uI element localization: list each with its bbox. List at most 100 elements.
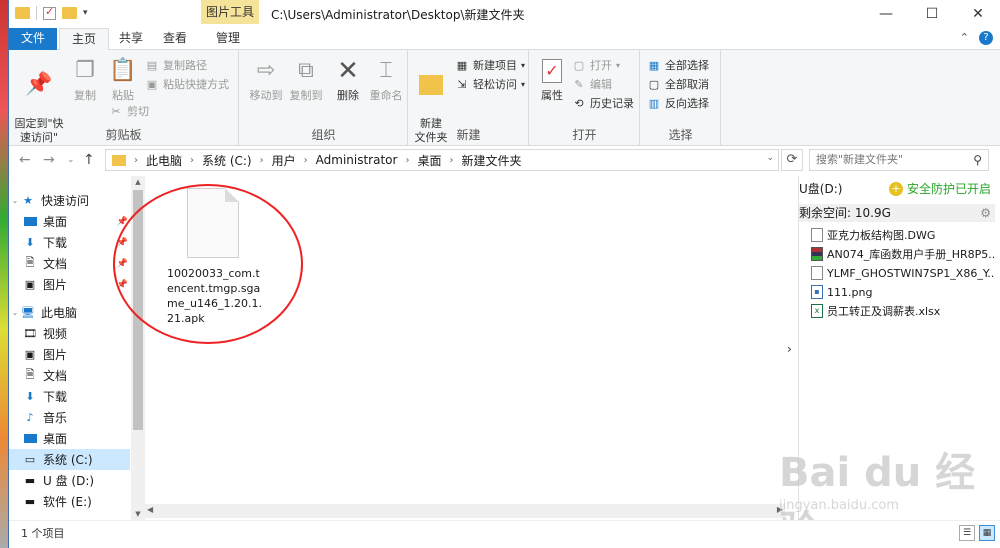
window-controls: — ☐ ✕ bbox=[863, 0, 1000, 28]
tab-home[interactable]: 主页 bbox=[59, 28, 109, 51]
chevron-down-icon[interactable]: ⌄ bbox=[9, 196, 21, 205]
tab-share[interactable]: 共享 bbox=[111, 28, 151, 50]
nav-label: 桌面 bbox=[43, 215, 68, 229]
large-icons-view-icon[interactable]: ▦ bbox=[979, 525, 995, 541]
nav-quick-access[interactable]: ⌄ ★ 快速访问 bbox=[9, 190, 130, 211]
nav-pc-videos[interactable]: 🎞 视频 bbox=[9, 323, 130, 344]
nav-this-pc[interactable]: ⌄ 🖥 此电脑 bbox=[9, 302, 130, 323]
nav-quick-pictures[interactable]: ▣ 图片 📌 bbox=[9, 274, 130, 295]
edit-button[interactable]: ✎ 编辑 bbox=[572, 75, 612, 93]
breadcrumb-system-c[interactable]: 系统 (C:) bbox=[202, 152, 252, 169]
nav-pc-desktop[interactable]: 桌面 bbox=[9, 428, 130, 449]
address-bar[interactable]: › 此电脑 › 系统 (C:) › 用户 › Administrator › 桌… bbox=[105, 149, 779, 171]
edit-label: 编辑 bbox=[590, 78, 612, 91]
nav-pc-system-c[interactable]: ▭ 系统 (C:) bbox=[9, 449, 130, 470]
details-view-icon[interactable]: ☰ bbox=[959, 525, 975, 541]
chevron-down-icon[interactable]: ⌄ bbox=[9, 308, 21, 317]
recent-locations-chevron-icon[interactable]: ⌄ bbox=[67, 155, 75, 165]
new-item-button[interactable]: ▦ 新建项目 ▾ bbox=[455, 56, 525, 74]
new-folder-icon[interactable] bbox=[62, 7, 77, 19]
tab-view[interactable]: 查看 bbox=[155, 28, 195, 50]
refresh-button[interactable]: ⟳ bbox=[781, 149, 803, 171]
context-tab-picture-tools[interactable]: 图片工具 bbox=[201, 0, 259, 24]
close-button[interactable]: ✕ bbox=[955, 0, 1000, 28]
computer-icon: 🖥 bbox=[21, 306, 35, 319]
scroll-left-icon[interactable]: ◀ bbox=[147, 505, 153, 514]
copy-path-icon: ▤ bbox=[146, 58, 158, 72]
rename-icon: ⌶ bbox=[379, 58, 393, 83]
nav-pc-usb-d[interactable]: ▬ U 盘 (D:) bbox=[9, 470, 130, 491]
customize-toolbar-dropdown-icon[interactable]: ▾ bbox=[83, 8, 88, 18]
folder-icon[interactable] bbox=[15, 7, 30, 19]
nav-quick-desktop[interactable]: 桌面 📌 bbox=[9, 211, 130, 232]
up-arrow-icon[interactable]: ↑ bbox=[83, 152, 95, 168]
chevron-right-icon[interactable]: › bbox=[304, 155, 308, 166]
minimize-button[interactable]: — bbox=[863, 0, 909, 28]
ribbon-collapse-icon[interactable]: ⌃ bbox=[960, 31, 969, 45]
drive-icon: ▬ bbox=[24, 495, 36, 508]
help-icon[interactable]: ? bbox=[979, 31, 993, 45]
breadcrumb-this-pc[interactable]: 此电脑 bbox=[146, 152, 182, 169]
nav-quick-downloads[interactable]: ⬇ 下载 📌 bbox=[9, 232, 130, 253]
select-all-button[interactable]: ▦ 全部选择 bbox=[647, 56, 709, 74]
list-item[interactable]: 亚克力板结构图.DWG bbox=[811, 226, 995, 244]
properties-check-icon[interactable] bbox=[43, 5, 56, 20]
nav-pc-pictures[interactable]: ▣ 图片 bbox=[9, 344, 130, 365]
safe-protection-status[interactable]: + 安全防护已开启 bbox=[889, 180, 991, 197]
paste-shortcut-button[interactable]: ▣ 粘贴快捷方式 bbox=[145, 75, 229, 93]
quick-access-toolbar: ▾ bbox=[15, 5, 88, 20]
invert-selection-button[interactable]: ▥ 反向选择 bbox=[647, 94, 709, 112]
scroll-down-icon[interactable]: ▼ bbox=[131, 510, 145, 518]
chevron-right-icon[interactable]: › bbox=[190, 155, 194, 166]
chevron-right-icon[interactable]: › bbox=[134, 155, 138, 166]
list-item[interactable]: ▪ 111.png bbox=[811, 283, 995, 301]
breadcrumb-desktop[interactable]: 桌面 bbox=[417, 152, 441, 169]
move-to-button[interactable]: ⇨ 移动到 bbox=[246, 56, 286, 103]
breadcrumb-new-folder[interactable]: 新建文件夹 bbox=[461, 152, 521, 169]
copy-button[interactable]: ❐ 复制 bbox=[67, 56, 103, 103]
history-button[interactable]: ⟲ 历史记录 bbox=[572, 94, 634, 112]
chevron-right-icon[interactable]: › bbox=[260, 155, 264, 166]
back-arrow-icon[interactable]: ← bbox=[19, 152, 31, 168]
properties-button[interactable]: ✓ 属性 bbox=[534, 56, 570, 103]
nav-label: 软件 (E:) bbox=[43, 495, 92, 509]
group-clipboard: 📌 固定到"快 速访问" ❐ 复制 📋 粘贴 ▤ 复制路径 ▣ 粘贴快捷方式 ✂ bbox=[9, 50, 239, 146]
copy-path-button[interactable]: ▤ 复制路径 bbox=[145, 56, 207, 74]
paste-button[interactable]: 📋 粘贴 bbox=[105, 56, 141, 103]
file-explorer-window: ▾ 图片工具 C:\Users\Administrator\Desktop\新建… bbox=[8, 0, 1000, 548]
paste-label: 粘贴 bbox=[112, 89, 134, 102]
chevron-right-icon[interactable]: › bbox=[405, 155, 409, 166]
edit-icon: ✎ bbox=[574, 77, 584, 91]
nav-pc-music[interactable]: ♪ 音乐 bbox=[9, 407, 130, 428]
tab-file[interactable]: 文件 bbox=[9, 28, 57, 50]
cut-button[interactable]: ✂ 剪切 bbox=[109, 102, 149, 120]
file-list-area[interactable]: 10020033_com.tencent.tmgp.sgame_u146_1.2… bbox=[113, 176, 785, 520]
list-item[interactable]: YLMF_GHOSTWIN7SP1_X86_Y... bbox=[811, 264, 995, 282]
select-none-button[interactable]: ▢ 全部取消 bbox=[647, 75, 709, 93]
open-button[interactable]: ▢ 打开 ▾ bbox=[572, 56, 620, 74]
nav-pc-software-e[interactable]: ▬ 软件 (E:) bbox=[9, 491, 130, 512]
tab-manage[interactable]: 管理 bbox=[205, 28, 251, 50]
forward-arrow-icon[interactable]: → bbox=[43, 152, 55, 168]
breadcrumb-administrator[interactable]: Administrator bbox=[316, 153, 398, 167]
pictures-icon: ▣ bbox=[24, 348, 36, 361]
list-item[interactable]: AN074_库函数用户手册_HR8P5... bbox=[811, 245, 995, 263]
select-all-label: 全部选择 bbox=[665, 59, 709, 72]
nav-quick-documents[interactable]: 🗎 文档 📌 bbox=[9, 253, 130, 274]
list-item[interactable]: x 员工转正及调薪表.xlsx bbox=[811, 302, 995, 320]
gear-icon[interactable]: ⚙ bbox=[980, 204, 991, 222]
chevron-right-icon[interactable]: › bbox=[787, 342, 792, 356]
scroll-up-icon[interactable]: ▲ bbox=[131, 178, 145, 186]
chevron-right-icon[interactable]: › bbox=[449, 155, 453, 166]
delete-button[interactable]: ✕ 删除 bbox=[330, 56, 366, 103]
address-dropdown-icon[interactable]: ⌄ bbox=[766, 153, 774, 163]
rename-button[interactable]: ⌶ 重命名 bbox=[366, 56, 406, 103]
easy-access-button[interactable]: ⇲ 轻松访问 ▾ bbox=[455, 75, 525, 93]
search-input[interactable]: 搜索"新建文件夹" ⚲ bbox=[809, 149, 989, 171]
nav-pc-downloads[interactable]: ⬇ 下载 bbox=[9, 386, 130, 407]
breadcrumb-users[interactable]: 用户 bbox=[272, 152, 296, 169]
nav-pc-documents[interactable]: 🗎 文档 bbox=[9, 365, 130, 386]
copy-to-button[interactable]: ⧉ 复制到 bbox=[286, 56, 326, 103]
maximize-button[interactable]: ☐ bbox=[909, 0, 955, 28]
content-horizontal-scrollbar[interactable]: ◀ ▶ bbox=[145, 504, 785, 518]
